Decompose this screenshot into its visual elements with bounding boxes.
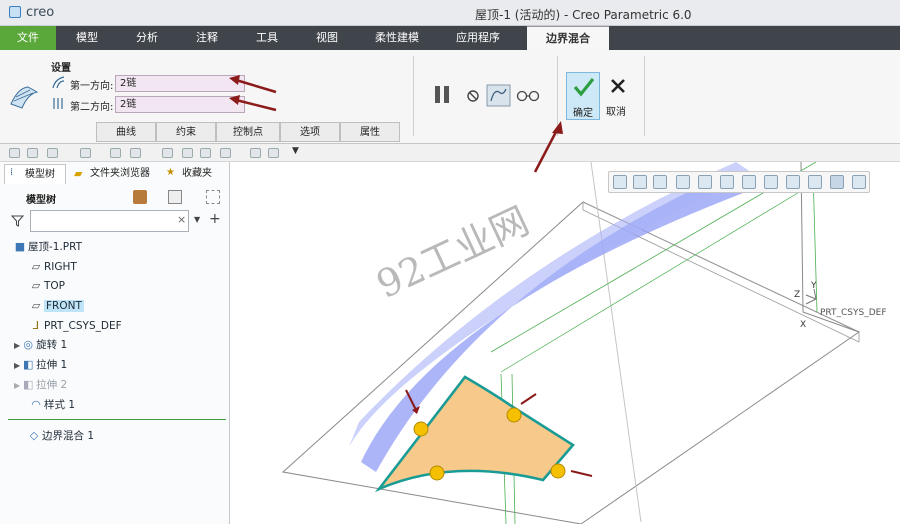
annotation-overlay <box>229 75 563 173</box>
